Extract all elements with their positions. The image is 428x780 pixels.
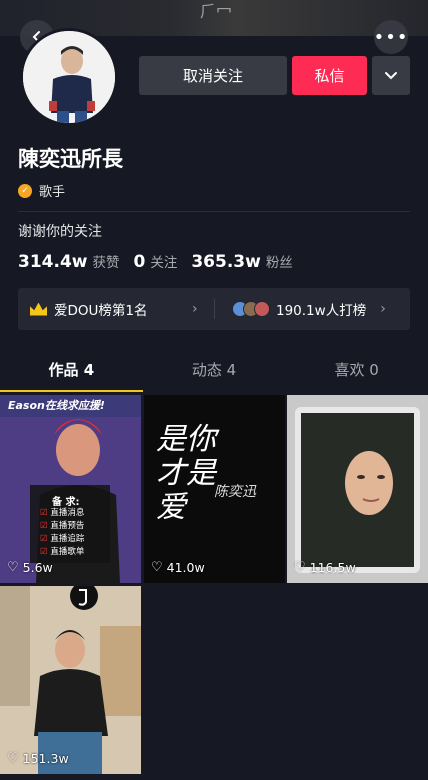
profile-tabs: 作品 4 动态 4 喜欢 0: [0, 352, 428, 392]
checklist-item: ☑ 直播预告: [40, 521, 85, 531]
heart-outline-icon: ♡: [294, 560, 306, 575]
following-label[interactable]: 关注: [150, 251, 177, 271]
video-overlay-title: Eason在线求应援!: [8, 399, 105, 412]
supporters-text: 190.1w人打榜: [276, 303, 367, 319]
signature-text: 陈奕迅: [214, 484, 256, 500]
chevron-right-icon: ›: [380, 301, 386, 317]
verified-badge: ✓ 歌手: [18, 181, 65, 200]
video-likes-count: 151.3w: [22, 751, 69, 766]
tab-works[interactable]: 作品 4: [0, 352, 143, 392]
divider: [18, 211, 410, 212]
dou-ranking-text: 爱DOU榜第1名: [54, 303, 148, 319]
followers-count[interactable]: 365.3w: [191, 252, 260, 272]
tab-likes[interactable]: 喜欢 0: [285, 352, 428, 392]
profile-bio: 谢谢你的关注: [18, 224, 102, 240]
chevron-down-icon: [385, 71, 397, 79]
heart-outline-icon: ♡: [7, 560, 19, 575]
likes-count: 314.4w: [18, 252, 88, 272]
checklist-item: ☑ 直播消息: [40, 508, 85, 518]
likes-label: 获赞: [92, 255, 120, 271]
supporter-avatar: [254, 301, 270, 317]
dou-ranking-link[interactable]: 爱DOU榜第1名 ›: [30, 288, 198, 330]
checklist-item: ☑ 直播追踪: [40, 534, 85, 544]
avatar-image: [23, 31, 115, 123]
video-thumbnail[interactable]: ♡ 151.3w: [0, 586, 141, 774]
tab-dynamics[interactable]: 动态 4: [143, 352, 286, 392]
ranking-bar: 爱DOU榜第1名 › 190.1w人打榜 ›: [18, 288, 410, 330]
video-thumbnail-art: [287, 395, 428, 583]
ranking-separator: [214, 299, 215, 319]
video-thumbnail[interactable]: Eason在线求应援! 备 求: ☑ 直播消息 ☑ 直播预告 ☑ 直播追踪 ☑ …: [0, 395, 141, 583]
verified-label: 歌手: [39, 185, 66, 200]
supporters-link[interactable]: 190.1w人打榜 ›: [232, 288, 386, 330]
followers-label[interactable]: 粉丝: [266, 251, 293, 271]
recommend-dropdown-button[interactable]: [372, 56, 410, 95]
checklist-item: ☑ 直播歌单: [40, 547, 85, 557]
video-likes: ♡ 116.5w: [294, 560, 356, 575]
video-thumbnail[interactable]: 是你 才是爱 陈奕迅 ♡ 41.0w: [144, 395, 285, 583]
banner-decoration: ⺁⼍: [200, 2, 233, 21]
video-likes-count: 116.5w: [309, 560, 356, 575]
video-likes: ♡ 41.0w: [151, 560, 205, 575]
profile-stats: 314.4w 获赞 0 关注 365.3w 粉丝: [18, 251, 307, 272]
video-likes: ♡ 151.3w: [7, 751, 69, 766]
following-count[interactable]: 0: [133, 252, 145, 272]
profile-name: 陳奕迅所長: [18, 147, 123, 171]
video-thumbnail[interactable]: ♡ 116.5w: [287, 395, 428, 583]
crown-icon: [30, 302, 47, 316]
checklist: ☑ 直播消息 ☑ 直播预告 ☑ 直播追踪 ☑ 直播歌单: [40, 507, 84, 559]
video-likes-count: 41.0w: [166, 560, 205, 575]
chevron-right-icon: ›: [192, 301, 198, 317]
calligraphy-text: 是你 才是爱: [156, 422, 216, 525]
avatar[interactable]: [20, 28, 118, 126]
heart-outline-icon: ♡: [7, 751, 19, 766]
heart-outline-icon: ♡: [151, 560, 163, 575]
checklist-title: 备 求:: [52, 497, 80, 508]
more-dots-icon: •••: [373, 26, 409, 48]
verified-icon: ✓: [18, 183, 32, 198]
video-likes-count: 5.6w: [22, 560, 53, 575]
unfollow-button[interactable]: 取消关注: [139, 56, 287, 95]
message-button[interactable]: 私信: [292, 56, 367, 95]
video-likes: ♡ 5.6w: [7, 560, 53, 575]
more-button[interactable]: •••: [374, 20, 408, 54]
video-thumbnail-art: [0, 586, 141, 774]
